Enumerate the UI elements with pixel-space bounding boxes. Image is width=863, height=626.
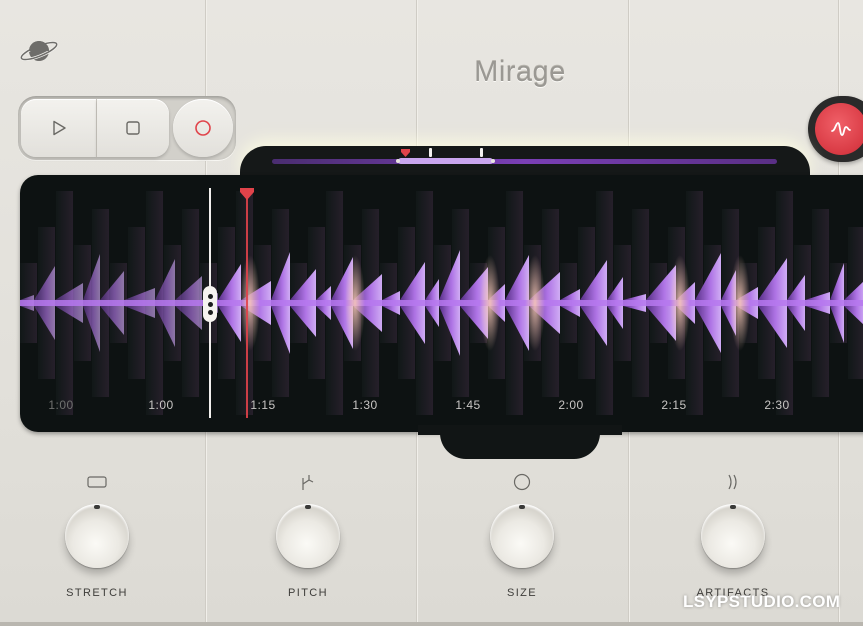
time-label: 1:00 xyxy=(48,398,74,412)
time-label: 1:15 xyxy=(250,398,276,412)
wave-core xyxy=(55,300,83,306)
stop-icon xyxy=(126,121,140,135)
stop-button[interactable] xyxy=(97,99,169,157)
transport-controls xyxy=(18,96,236,160)
knob-label: PITCH xyxy=(288,587,328,599)
wave-core xyxy=(425,300,439,306)
waveform-bottom-tab xyxy=(440,425,600,459)
size-control: SIZE xyxy=(477,472,567,602)
wave-core xyxy=(290,300,316,306)
pitch-knob[interactable] xyxy=(276,504,340,568)
time-label: 1:45 xyxy=(455,398,481,412)
wave-core xyxy=(623,300,646,306)
waveform-squiggle-icon xyxy=(831,122,851,136)
wave-core xyxy=(34,300,55,306)
time-label: 2:00 xyxy=(558,398,584,412)
planet-logo-icon xyxy=(19,41,59,61)
wave-glow xyxy=(730,255,750,351)
pitch-bend-icon xyxy=(302,475,314,490)
wave-core xyxy=(382,300,400,306)
wave-core xyxy=(20,300,34,306)
wave-core xyxy=(580,300,607,306)
artifacts-control: ARTIFACTS xyxy=(688,472,778,602)
time-label: 2:15 xyxy=(661,398,687,412)
wave-glow xyxy=(240,255,260,351)
wave-glow xyxy=(345,255,365,351)
waveform-display[interactable] xyxy=(20,175,863,432)
wave-core xyxy=(316,300,331,306)
rectangle-icon xyxy=(87,476,107,488)
wave-core xyxy=(607,300,623,306)
overview-tick xyxy=(480,148,483,157)
wave-glow xyxy=(480,255,500,351)
artifacts-knob[interactable] xyxy=(701,504,765,568)
stretch-knob[interactable] xyxy=(65,504,129,568)
knob-label: SIZE xyxy=(506,587,538,599)
time-label: 1:30 xyxy=(352,398,378,412)
size-knob[interactable] xyxy=(490,504,554,568)
wave-core xyxy=(400,300,425,306)
overview-window[interactable] xyxy=(398,158,493,164)
overview-handle-left[interactable] xyxy=(396,159,400,163)
play-icon xyxy=(52,120,66,136)
watermark: LSYPSTUDIO.COM xyxy=(683,592,841,611)
wave-core xyxy=(175,300,202,306)
wave-core xyxy=(695,300,721,306)
wave-core xyxy=(218,300,241,306)
wave-core xyxy=(124,300,155,306)
play-button[interactable] xyxy=(21,99,97,157)
overview-track[interactable] xyxy=(272,159,777,164)
wave-glow xyxy=(525,255,545,351)
wave-core xyxy=(787,300,805,306)
time-label: 1:00 xyxy=(148,398,174,412)
wave-core xyxy=(844,300,863,306)
knob-label: STRETCH xyxy=(66,587,128,599)
cursor-marker-icon[interactable] xyxy=(240,188,254,200)
overview-handle-right[interactable] xyxy=(491,159,495,163)
wave-core xyxy=(758,300,787,306)
pitch-control: PITCH xyxy=(263,472,353,602)
time-label: 2:30 xyxy=(764,398,790,412)
circle-icon xyxy=(513,473,531,491)
cursor-line xyxy=(246,196,248,418)
waveform-canvas xyxy=(20,191,863,415)
wave-core xyxy=(83,300,100,306)
wave-core xyxy=(439,300,460,306)
wave-glow xyxy=(670,255,690,351)
record-button[interactable] xyxy=(173,99,233,157)
app-title: Mirage xyxy=(474,56,566,88)
stretch-control: STRETCH xyxy=(52,472,142,602)
wave-core xyxy=(805,300,830,306)
wave-core xyxy=(560,300,580,306)
wave-core xyxy=(271,300,290,306)
overview-cursor-marker-icon xyxy=(401,149,410,157)
record-icon xyxy=(195,120,211,136)
wave-ripple-icon xyxy=(728,474,737,490)
playhead-handle[interactable] xyxy=(203,286,217,322)
wave-core xyxy=(100,300,124,306)
overview-tick xyxy=(429,148,432,157)
wave-core xyxy=(155,300,175,306)
bottom-edge xyxy=(0,622,863,626)
wave-core xyxy=(830,300,844,306)
